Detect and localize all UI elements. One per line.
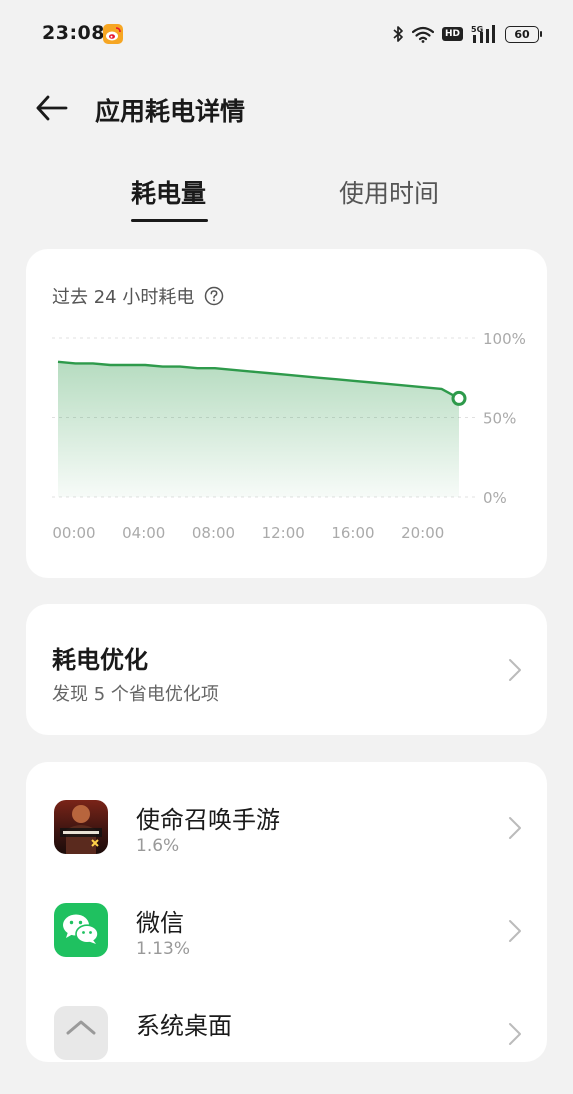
- battery-area: [58, 362, 459, 497]
- status-time: 23:08: [42, 22, 105, 44]
- launcher-icon: [54, 1006, 108, 1060]
- signal-icon: 5G: [471, 24, 497, 44]
- active-tab-indicator: [131, 219, 208, 222]
- wechat-icon: [54, 903, 108, 957]
- tab-power-usage[interactable]: 耗电量: [131, 174, 206, 210]
- app-row-wechat[interactable]: 微信 1.13%: [26, 891, 547, 991]
- status-icons: HD 5G 60: [392, 22, 539, 46]
- chart-heading: 过去 24 小时耗电: [52, 283, 224, 309]
- y-tick-label: 0%: [483, 489, 507, 507]
- hd-badge: HD: [442, 27, 463, 41]
- app-row-launcher[interactable]: 系统桌面: [26, 994, 547, 1094]
- help-icon[interactable]: [204, 286, 224, 306]
- status-bar: 23:08 HD 5G 60: [0, 0, 573, 68]
- battery-level: 60: [514, 28, 529, 41]
- x-tick-label: 20:00: [401, 524, 444, 542]
- back-arrow-icon[interactable]: [30, 92, 74, 124]
- app-list-card: 使命召唤手游 1.6% 微信 1.13% 系统桌面: [26, 762, 547, 1062]
- header: 应用耗电详情: [0, 80, 573, 136]
- weibo-icon: [103, 24, 123, 44]
- current-point-marker: [453, 392, 465, 404]
- call-of-duty-icon: [54, 800, 108, 854]
- app-row-call-of-duty[interactable]: 使命召唤手游 1.6%: [26, 788, 547, 888]
- chevron-right-icon: [508, 658, 522, 682]
- tab-usage-time[interactable]: 使用时间: [339, 174, 439, 210]
- bluetooth-icon: [392, 25, 404, 43]
- chart-card: 100% 50% 0% 00:00 04:00 08:00 12:00 16:00 20:00…: [26, 249, 547, 578]
- x-tick-label: 04:00: [122, 524, 165, 542]
- app-name: 微信: [136, 903, 184, 938]
- x-tick-label: 08:00: [192, 524, 235, 542]
- chevron-right-icon: [508, 1022, 522, 1046]
- chevron-right-icon: [508, 816, 522, 840]
- wifi-icon: [412, 26, 434, 43]
- tab-bar: 耗电量 使用时间: [0, 168, 573, 228]
- y-tick-label: 50%: [483, 410, 516, 428]
- app-percent: 1.6%: [136, 836, 179, 856]
- battery-icon: 60: [505, 26, 539, 43]
- chevron-right-icon: [508, 919, 522, 943]
- y-tick-label: 100%: [483, 330, 526, 348]
- x-tick-label: 16:00: [331, 524, 374, 542]
- optimization-subtitle: 发现 5 个省电优化项: [52, 680, 219, 706]
- optimization-card[interactable]: 耗电优化 发现 5 个省电优化项: [26, 604, 547, 735]
- page-title: 应用耗电详情: [95, 92, 245, 128]
- x-tick-label: 12:00: [262, 524, 305, 542]
- app-percent: 1.13%: [136, 939, 190, 959]
- x-tick-label: 00:00: [52, 524, 95, 542]
- chart-title: 过去 24 小时耗电: [52, 283, 194, 309]
- app-name: 使命召唤手游: [136, 800, 280, 835]
- optimization-title: 耗电优化: [52, 640, 148, 675]
